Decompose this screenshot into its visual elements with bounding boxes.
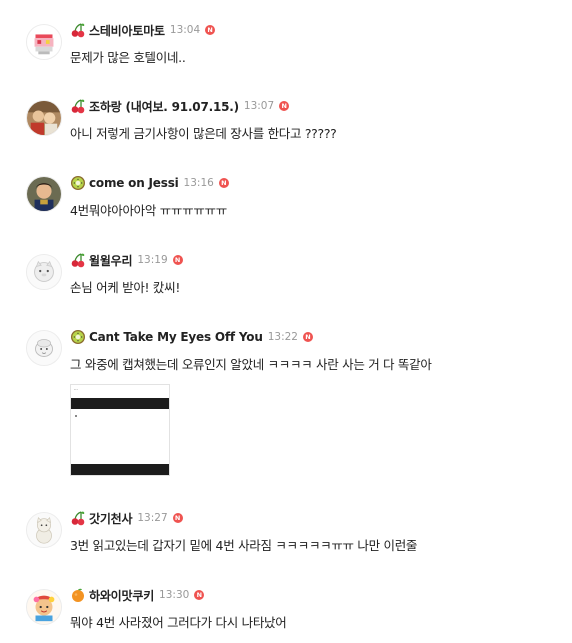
- avatar[interactable]: [26, 254, 62, 290]
- avatar[interactable]: [26, 100, 62, 136]
- cherry-icon: [70, 98, 86, 114]
- avatar[interactable]: [26, 330, 62, 366]
- attachment-dark-band: [71, 398, 169, 409]
- new-badge: N: [218, 178, 229, 188]
- attachment-dot: [75, 415, 77, 417]
- comment-meta: 윌윌우리 13:19 N: [70, 251, 183, 269]
- orange-icon: [70, 587, 86, 603]
- attachment-dark-band: [71, 464, 169, 475]
- nickname[interactable]: come on Jessi: [89, 176, 179, 190]
- avatar[interactable]: [26, 24, 62, 60]
- new-badge: N: [279, 101, 290, 111]
- comment-meta: 갓기천사 13:27 N: [70, 509, 183, 527]
- new-badge: N: [194, 590, 205, 600]
- cherry-icon: [70, 510, 86, 526]
- nickname[interactable]: 스테비아토마토: [89, 22, 165, 39]
- attachment-header: ···: [71, 385, 169, 398]
- image-attachment[interactable]: ···: [70, 384, 170, 476]
- comment-meta: 조하랑 (내여보. 91.07.15.) 13:07 N: [70, 97, 290, 115]
- nickname[interactable]: 조하랑 (내여보. 91.07.15.): [89, 98, 239, 115]
- comment-time: 13:07: [243, 100, 275, 112]
- comment-meta: come on Jessi 13:16 N: [70, 174, 229, 192]
- new-badge: N: [205, 25, 216, 35]
- comment-meta: Cant Take My Eyes Off You 13:22 N: [70, 328, 313, 346]
- comment-time: 13:16: [183, 177, 214, 189]
- new-badge: N: [172, 513, 183, 523]
- comment-time: 13:22: [267, 331, 298, 343]
- comment-text: 4번뭐야아아아악 ㅠㅠㅠㅠㅠㅠ: [70, 203, 227, 218]
- comment-meta: 스테비아토마토 13:04 N: [70, 21, 216, 39]
- comment-feed: 스테비아토마토 13:04 N 문제가 많은 호텔이네.. 조하랑 (내여보. …: [0, 0, 572, 643]
- kiwi-icon: [70, 329, 86, 345]
- attachment-dots: ···: [74, 387, 78, 392]
- nickname[interactable]: 하와이맛쿠키: [89, 587, 154, 604]
- comment-text: 그 와중에 캡쳐했는데 오류인지 알았네 ㅋㅋㅋㅋ 사란 사는 거 다 똑같아: [70, 357, 432, 372]
- comment-meta: 하와이맛쿠키 13:30 N: [70, 586, 205, 604]
- avatar[interactable]: [26, 589, 62, 625]
- comment-time: 13:04: [169, 24, 201, 36]
- comment-text: 3번 읽고있는데 갑자기 밑에 4번 사라짐 ㅋㅋㅋㅋㅋㅠㅠ 나만 이런줄: [70, 538, 418, 553]
- avatar[interactable]: [26, 176, 62, 212]
- cherry-icon: [70, 22, 86, 38]
- nickname[interactable]: 갓기천사: [89, 510, 133, 527]
- comment-time: 13:30: [159, 589, 190, 601]
- nickname[interactable]: Cant Take My Eyes Off You: [89, 330, 263, 344]
- comment-text: 아니 저렇게 금기사항이 많은데 장사를 한다고 ?????: [70, 126, 337, 141]
- comment-time: 13:19: [137, 254, 168, 266]
- nickname[interactable]: 윌윌우리: [89, 252, 133, 269]
- comment-text: 뭐야 4번 사라졌어 그러다가 다시 나타났어: [70, 615, 287, 630]
- avatar[interactable]: [26, 512, 62, 548]
- cherry-icon: [70, 252, 86, 268]
- kiwi-icon: [70, 175, 86, 191]
- comment-text: 손님 어케 받아! 캈씨!: [70, 280, 181, 295]
- new-badge: N: [302, 332, 313, 342]
- new-badge: N: [172, 255, 183, 265]
- comment-text: 문제가 많은 호텔이네..: [70, 50, 186, 65]
- comment-time: 13:27: [137, 512, 168, 524]
